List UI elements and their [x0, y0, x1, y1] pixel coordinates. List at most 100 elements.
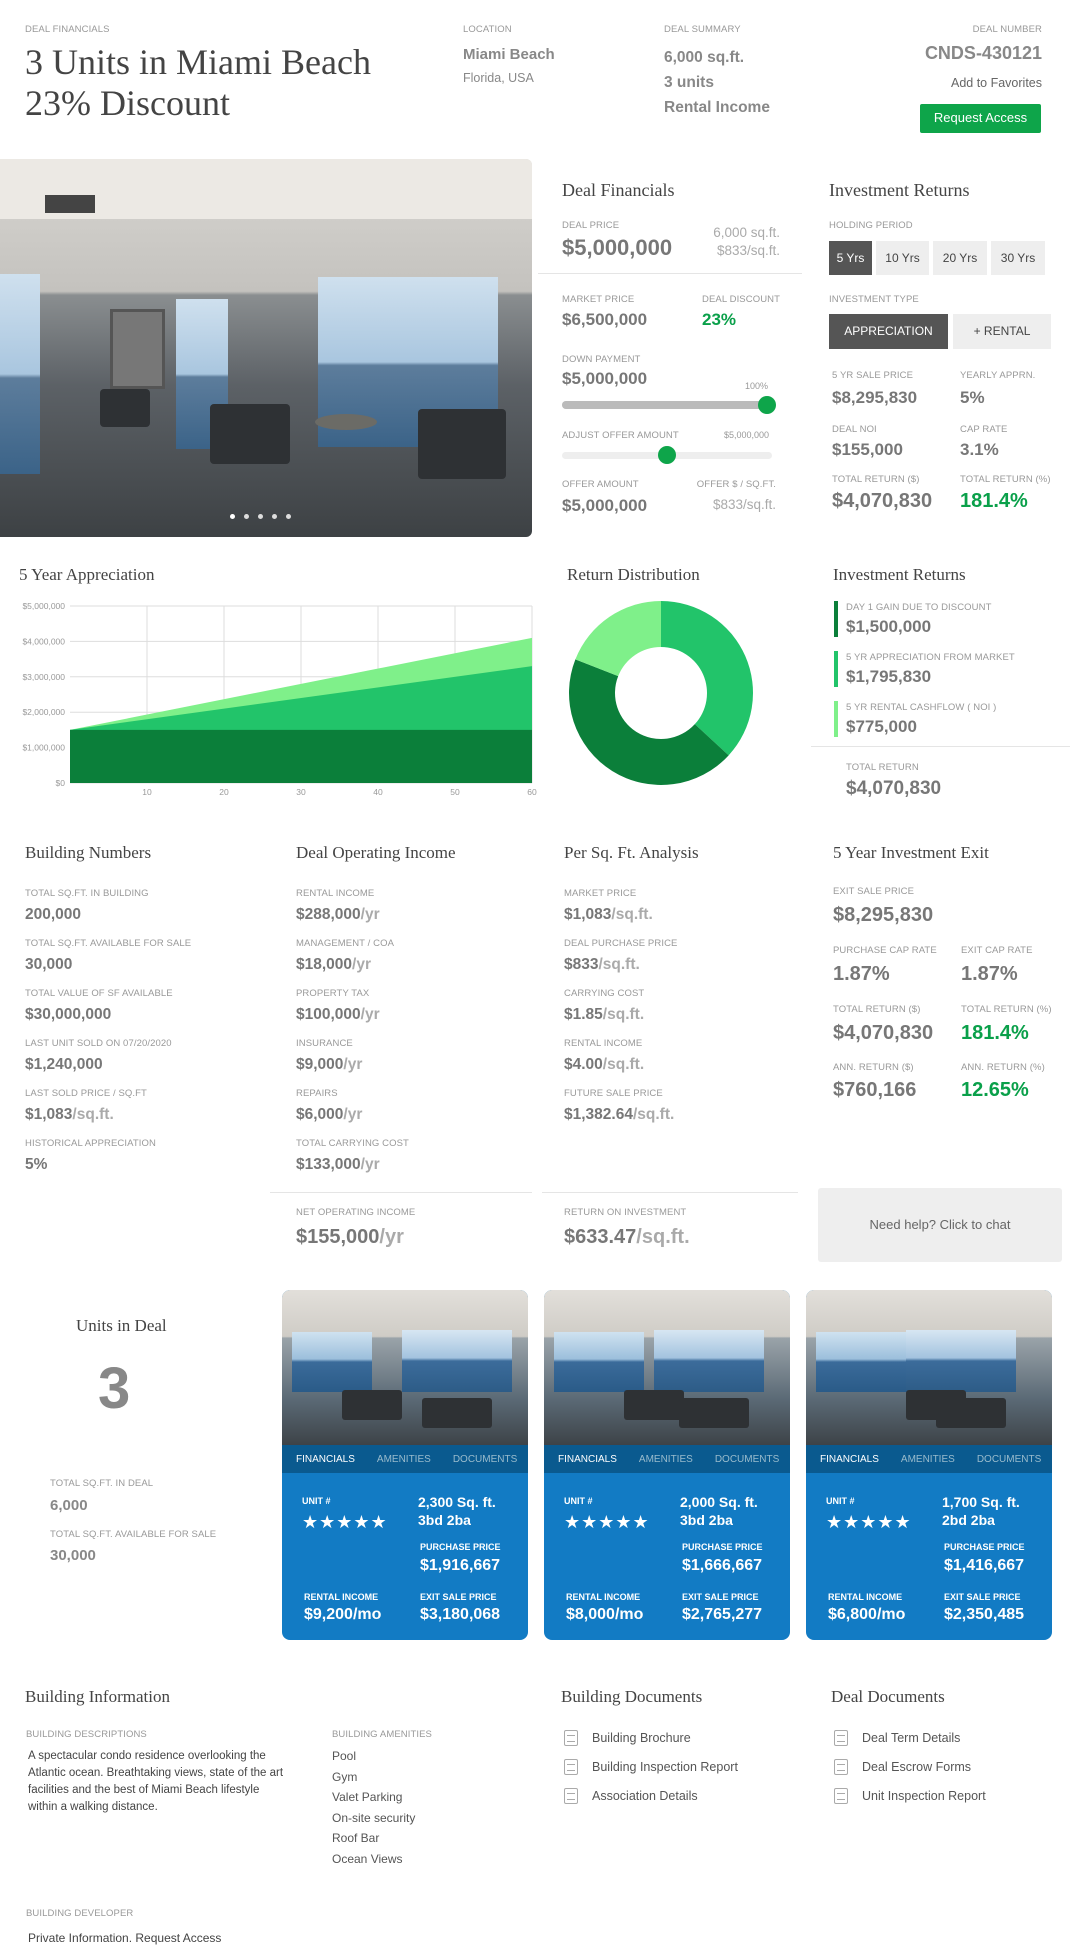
document-link[interactable]: Deal Escrow Forms: [834, 1759, 971, 1775]
metric-item: RENTAL INCOME $288,000/yr: [296, 888, 380, 924]
metric-item: TOTAL VALUE OF SF AVAILABLE $30,000,000: [25, 988, 173, 1024]
tab-documents[interactable]: DOCUMENTS: [715, 1454, 779, 1465]
holding-period-selector: 5 Yrs 10 Yrs 20 Yrs 30 Yrs: [829, 241, 1045, 275]
sale-price-label: 5 YR SALE PRICE: [832, 370, 914, 381]
holding-30-yrs[interactable]: 30 Yrs: [991, 241, 1045, 275]
slider-handle[interactable]: [658, 446, 676, 464]
slider-handle[interactable]: [758, 396, 776, 414]
amenity-item: Pool: [332, 1749, 357, 1763]
exit-sale-label: EXIT SALE PRICE: [682, 1592, 759, 1602]
summary-type: Rental Income: [664, 99, 770, 116]
holding-20-yrs[interactable]: 20 Yrs: [933, 241, 987, 275]
unit-size: 1,700 Sq. ft. 2bd 2ba: [942, 1494, 1020, 1528]
y-tick-label: $0: [56, 778, 66, 788]
unit-photo[interactable]: [544, 1290, 790, 1445]
tab-financials[interactable]: FINANCIALS: [558, 1454, 617, 1465]
offer-per-sqft: $833/sq.ft.: [712, 497, 776, 512]
cap-rate-label: CAP RATE: [960, 424, 1008, 435]
tab-financials[interactable]: FINANCIALS: [296, 1454, 355, 1465]
metric-label: LAST SOLD PRICE / SQ.FT: [25, 1088, 147, 1099]
unit-photo[interactable]: [282, 1290, 528, 1445]
purchase-price: $1,666,667: [682, 1557, 763, 1574]
add-to-favorites-link[interactable]: Add to Favorites: [951, 76, 1042, 90]
offer-amount: $5,000,000: [562, 496, 648, 515]
document-icon: [564, 1759, 578, 1775]
unit-number-label: UNIT #: [826, 1496, 855, 1506]
tab-documents[interactable]: DOCUMENTS: [453, 1454, 517, 1465]
rental-income-label: RENTAL INCOME: [828, 1592, 903, 1602]
return-on-investment: $633.47/sq.ft.: [564, 1226, 690, 1248]
investment-type-selector: APPRECIATION + RENTAL: [829, 314, 1051, 349]
down-payment-slider[interactable]: [562, 396, 776, 414]
available-sqft: 30,000: [50, 1547, 96, 1564]
metric-value: 30,000: [25, 956, 73, 973]
tab-documents[interactable]: DOCUMENTS: [977, 1454, 1041, 1465]
unit-photo[interactable]: [806, 1290, 1052, 1445]
legend-swatch: [834, 651, 838, 687]
exit-total-return-label: TOTAL RETURN ($): [833, 1004, 921, 1015]
x-tick-label: 40: [373, 787, 383, 797]
x-tick-label: 20: [219, 787, 229, 797]
building-description: A spectacular condo residence overlookin…: [28, 1750, 284, 1813]
metric-label: TOTAL SQ.FT. AVAILABLE FOR SALE: [25, 938, 192, 949]
unit-card-tabs: FINANCIALS AMENITIES DOCUMENTS: [544, 1445, 790, 1473]
noi-label: DEAL NOI: [832, 424, 877, 435]
deal-sqft: 6,000 sq.ft.: [713, 225, 780, 240]
request-access-button[interactable]: Request Access: [920, 104, 1041, 133]
unit-card[interactable]: FINANCIALS AMENITIES DOCUMENTS UNIT # ★★…: [282, 1290, 528, 1640]
document-label: Unit Inspection Report: [862, 1789, 986, 1803]
developer-info[interactable]: Private Information. Request Access: [28, 1931, 221, 1945]
document-link[interactable]: Unit Inspection Report: [834, 1788, 986, 1804]
carousel-dot[interactable]: [258, 514, 263, 519]
purchase-cap: 1.87%: [833, 963, 890, 985]
carousel-dots[interactable]: [230, 514, 291, 519]
metric-label: PROPERTY TAX: [296, 988, 370, 999]
type-appreciation[interactable]: APPRECIATION: [829, 314, 948, 349]
rental-income: $8,000/mo: [566, 1606, 644, 1623]
carousel-dot[interactable]: [286, 514, 291, 519]
summary-sqft: 6,000 sq.ft.: [664, 49, 745, 66]
carousel-dot[interactable]: [230, 514, 235, 519]
total-return-pct-label: TOTAL RETURN (%): [960, 474, 1051, 485]
document-link[interactable]: Building Inspection Report: [564, 1759, 738, 1775]
sqft-analysis-title: Per Sq. Ft. Analysis: [564, 843, 699, 862]
amenities-list: Pool Gym Valet Parking On-site security Roof…: [332, 1746, 415, 1869]
tab-amenities[interactable]: AMENITIES: [639, 1454, 693, 1465]
ann-return-label: ANN. RETURN ($): [833, 1062, 914, 1073]
rental-income: $9,200/mo: [304, 1606, 382, 1623]
carousel-dot[interactable]: [244, 514, 249, 519]
deal-discount: 23%: [702, 310, 737, 329]
exit-sale-price: $2,350,485: [944, 1606, 1025, 1623]
purchase-price-label: PURCHASE PRICE: [944, 1542, 1025, 1552]
unit-card[interactable]: FINANCIALS AMENITIES DOCUMENTS UNIT # ★★…: [806, 1290, 1052, 1640]
metric-value: $1.85/sq.ft.: [564, 1006, 645, 1023]
tab-amenities[interactable]: AMENITIES: [901, 1454, 955, 1465]
ann-return-pct-label: ANN. RETURN (%): [961, 1062, 1045, 1073]
appreciation-chart-title: 5 Year Appreciation: [19, 565, 155, 584]
metric-value: $1,382.64/sq.ft.: [564, 1106, 675, 1123]
chat-help-button[interactable]: Need help? Click to chat: [818, 1188, 1062, 1262]
summary-units: 3 units: [664, 74, 714, 91]
metric-item: HISTORICAL APPRECIATION 5%: [25, 1138, 156, 1174]
adjust-offer-slider[interactable]: [562, 446, 772, 464]
carousel-dot[interactable]: [272, 514, 277, 519]
tab-amenities[interactable]: AMENITIES: [377, 1454, 431, 1465]
document-link[interactable]: Building Brochure: [564, 1730, 691, 1746]
return-distribution-title: Return Distribution: [567, 565, 700, 584]
metric-value: 200,000: [25, 906, 82, 923]
metric-value: $288,000/yr: [296, 906, 380, 923]
property-photo[interactable]: [0, 159, 532, 537]
unit-card[interactable]: FINANCIALS AMENITIES DOCUMENTS UNIT # ★★…: [544, 1290, 790, 1640]
document-link[interactable]: Association Details: [564, 1788, 698, 1804]
down-payment: $5,000,000: [562, 369, 648, 388]
holding-10-yrs[interactable]: 10 Yrs: [876, 241, 929, 275]
holding-5-yrs[interactable]: 5 Yrs: [829, 241, 872, 275]
document-icon: [834, 1788, 848, 1804]
document-link[interactable]: Deal Term Details: [834, 1730, 960, 1746]
type-rental[interactable]: + RENTAL: [953, 314, 1051, 349]
exit-price-label: EXIT SALE PRICE: [833, 886, 915, 897]
roi-label: RETURN ON INVESTMENT: [564, 1207, 687, 1218]
breakdown-value: $1,795,830: [846, 667, 932, 686]
tab-financials[interactable]: FINANCIALS: [820, 1454, 879, 1465]
summary-label: DEAL SUMMARY: [664, 24, 741, 35]
